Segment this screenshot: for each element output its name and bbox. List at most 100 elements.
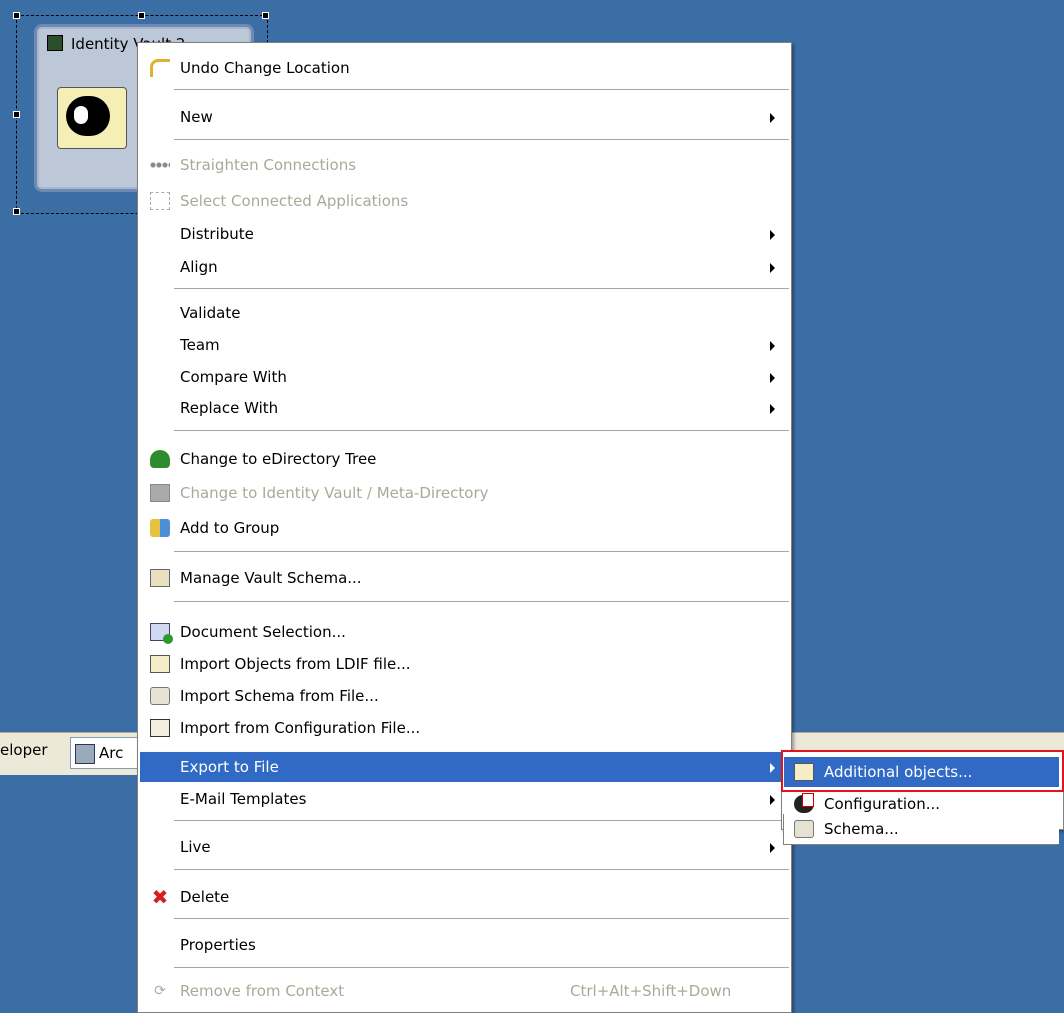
menu-item-label: Validate [180, 304, 241, 322]
menu-item-label: Align [180, 258, 218, 276]
menu-item-compare-with[interactable]: Compare With [140, 362, 789, 392]
submenu-arrow-icon [770, 113, 775, 123]
menu-item-properties[interactable]: Properties [140, 930, 789, 960]
selection-handle[interactable] [138, 12, 145, 19]
menu-item-label: Change to Identity Vault / Meta-Director… [180, 484, 489, 502]
menu-separator [174, 551, 789, 552]
context-menu: Undo Change Location New Straighten Conn… [137, 42, 792, 770]
menu-item-label: Add to Group [180, 519, 280, 537]
menu-separator [174, 89, 789, 90]
menu-item-new[interactable]: New [140, 102, 789, 132]
menu-item-label: Import Schema from File... [180, 687, 379, 705]
menu-item-import-schema[interactable]: Import Schema from File... [140, 681, 789, 711]
menu-item-label: Straighten Connections [180, 156, 357, 174]
menu-item-label: Import Objects from LDIF file... [180, 655, 411, 673]
selection-handle[interactable] [262, 12, 269, 19]
architect-icon [75, 744, 95, 764]
menu-item-export-to-file[interactable]: Export to File [140, 752, 789, 782]
menu-item-straighten-connections[interactable]: Straighten Connections [140, 150, 789, 180]
menu-item-label: Undo Change Location [180, 59, 350, 77]
selection-handle[interactable] [13, 111, 20, 118]
menu-item-email-templates[interactable]: E-Mail Templates [140, 784, 789, 814]
menu-item-live[interactable]: Live [140, 832, 789, 862]
delete-icon: ✖ [151, 885, 169, 909]
menu-item-label: Replace With [180, 399, 279, 417]
menu-separator [174, 288, 789, 289]
menu-item-validate[interactable]: Validate [140, 298, 789, 328]
menu-item-import-configuration[interactable]: Import from Configuration File... [140, 713, 789, 743]
selection-handle[interactable] [13, 208, 20, 215]
menu-item-import-ldif[interactable]: Import Objects from LDIF file... [140, 649, 789, 679]
menu-item-label: Export to File [180, 758, 279, 776]
context-menu-lower: Export to File E-Mail Templates Live ✖ D… [137, 752, 792, 1013]
submenu-arrow-icon [770, 795, 775, 805]
menu-item-label: Select Connected Applications [180, 192, 409, 210]
menu-item-label: Properties [180, 936, 256, 954]
menu-item-remove-from-context[interactable]: ⟳ Remove from Context Ctrl+Alt+Shift+Dow… [140, 976, 789, 1006]
menu-separator [174, 601, 789, 602]
group-icon [150, 519, 170, 537]
menu-item-manage-vault-schema[interactable]: Manage Vault Schema... [140, 563, 789, 593]
submenu-arrow-icon [770, 263, 775, 273]
menu-item-distribute[interactable]: Distribute [140, 219, 789, 249]
menu-item-undo[interactable]: Undo Change Location [140, 53, 789, 83]
tree-icon [150, 450, 170, 468]
menu-item-change-identity-vault[interactable]: Change to Identity Vault / Meta-Director… [140, 478, 789, 508]
config-file-icon [150, 719, 170, 737]
ldif-icon [794, 763, 814, 781]
configuration-icon [794, 793, 814, 813]
menu-item-team[interactable]: Team [140, 330, 789, 360]
menu-item-label: Manage Vault Schema... [180, 569, 362, 587]
menu-item-label: Delete [180, 888, 230, 906]
menu-item-label: E-Mail Templates [180, 790, 307, 808]
submenu-arrow-icon [770, 404, 775, 414]
vault-icon [150, 484, 170, 502]
menu-item-delete[interactable]: ✖ Delete [140, 882, 789, 912]
document-icon [150, 623, 173, 644]
schema-icon [794, 820, 814, 838]
menu-item-label: Live [180, 838, 211, 856]
straighten-icon [150, 156, 170, 174]
tab-architect-label: Arc [99, 744, 124, 762]
import-schema-icon [150, 687, 170, 705]
tab-developer[interactable]: eloper [0, 741, 48, 759]
selection-handle[interactable] [13, 12, 20, 19]
submenu-arrow-icon [770, 763, 775, 773]
identity-vault-icon [57, 87, 127, 149]
menu-item-label: Remove from Context [180, 982, 345, 1000]
menu-separator [174, 967, 789, 968]
submenu-arrow-icon [770, 373, 775, 383]
menu-item-add-to-group[interactable]: Add to Group [140, 513, 789, 543]
menu-item-align[interactable]: Align [140, 252, 789, 282]
menu-separator [174, 918, 789, 919]
menu-separator [174, 430, 789, 431]
menu-item-document-selection[interactable]: Document Selection... [140, 617, 789, 647]
menu-item-label: Change to eDirectory Tree [180, 450, 377, 468]
ldif-icon [150, 655, 170, 673]
menu-item-label: Document Selection... [180, 623, 346, 641]
remove-icon: ⟳ [154, 983, 166, 999]
undo-icon [150, 59, 170, 77]
menu-item-label: Team [180, 336, 220, 354]
menu-item-select-connected[interactable]: Select Connected Applications [140, 186, 789, 216]
menu-item-label: Compare With [180, 368, 287, 386]
menu-item-label: Distribute [180, 225, 254, 243]
menu-item-shortcut: Ctrl+Alt+Shift+Down [570, 982, 732, 1000]
submenu-arrow-icon [770, 341, 775, 351]
menu-separator [174, 869, 789, 870]
submenu-arrow-icon [770, 230, 775, 240]
submenu-item-label: Additional objects... [824, 763, 973, 781]
menu-item-label: Import from Configuration File... [180, 719, 421, 737]
menu-item-change-edirectory[interactable]: Change to eDirectory Tree [140, 444, 789, 474]
submenu-item-label: Schema... [824, 820, 899, 838]
submenu-item-additional-objects[interactable]: Additional objects... [784, 757, 1059, 787]
menu-separator [174, 139, 789, 140]
schema-icon [150, 569, 170, 587]
vault-icon [47, 35, 63, 51]
menu-separator [174, 820, 789, 821]
menu-item-label: New [180, 108, 213, 126]
menu-item-replace-with[interactable]: Replace With [140, 393, 789, 423]
select-connected-icon [150, 192, 170, 210]
submenu-item-schema[interactable]: Schema... [783, 814, 1059, 845]
submenu-arrow-icon [770, 843, 775, 853]
